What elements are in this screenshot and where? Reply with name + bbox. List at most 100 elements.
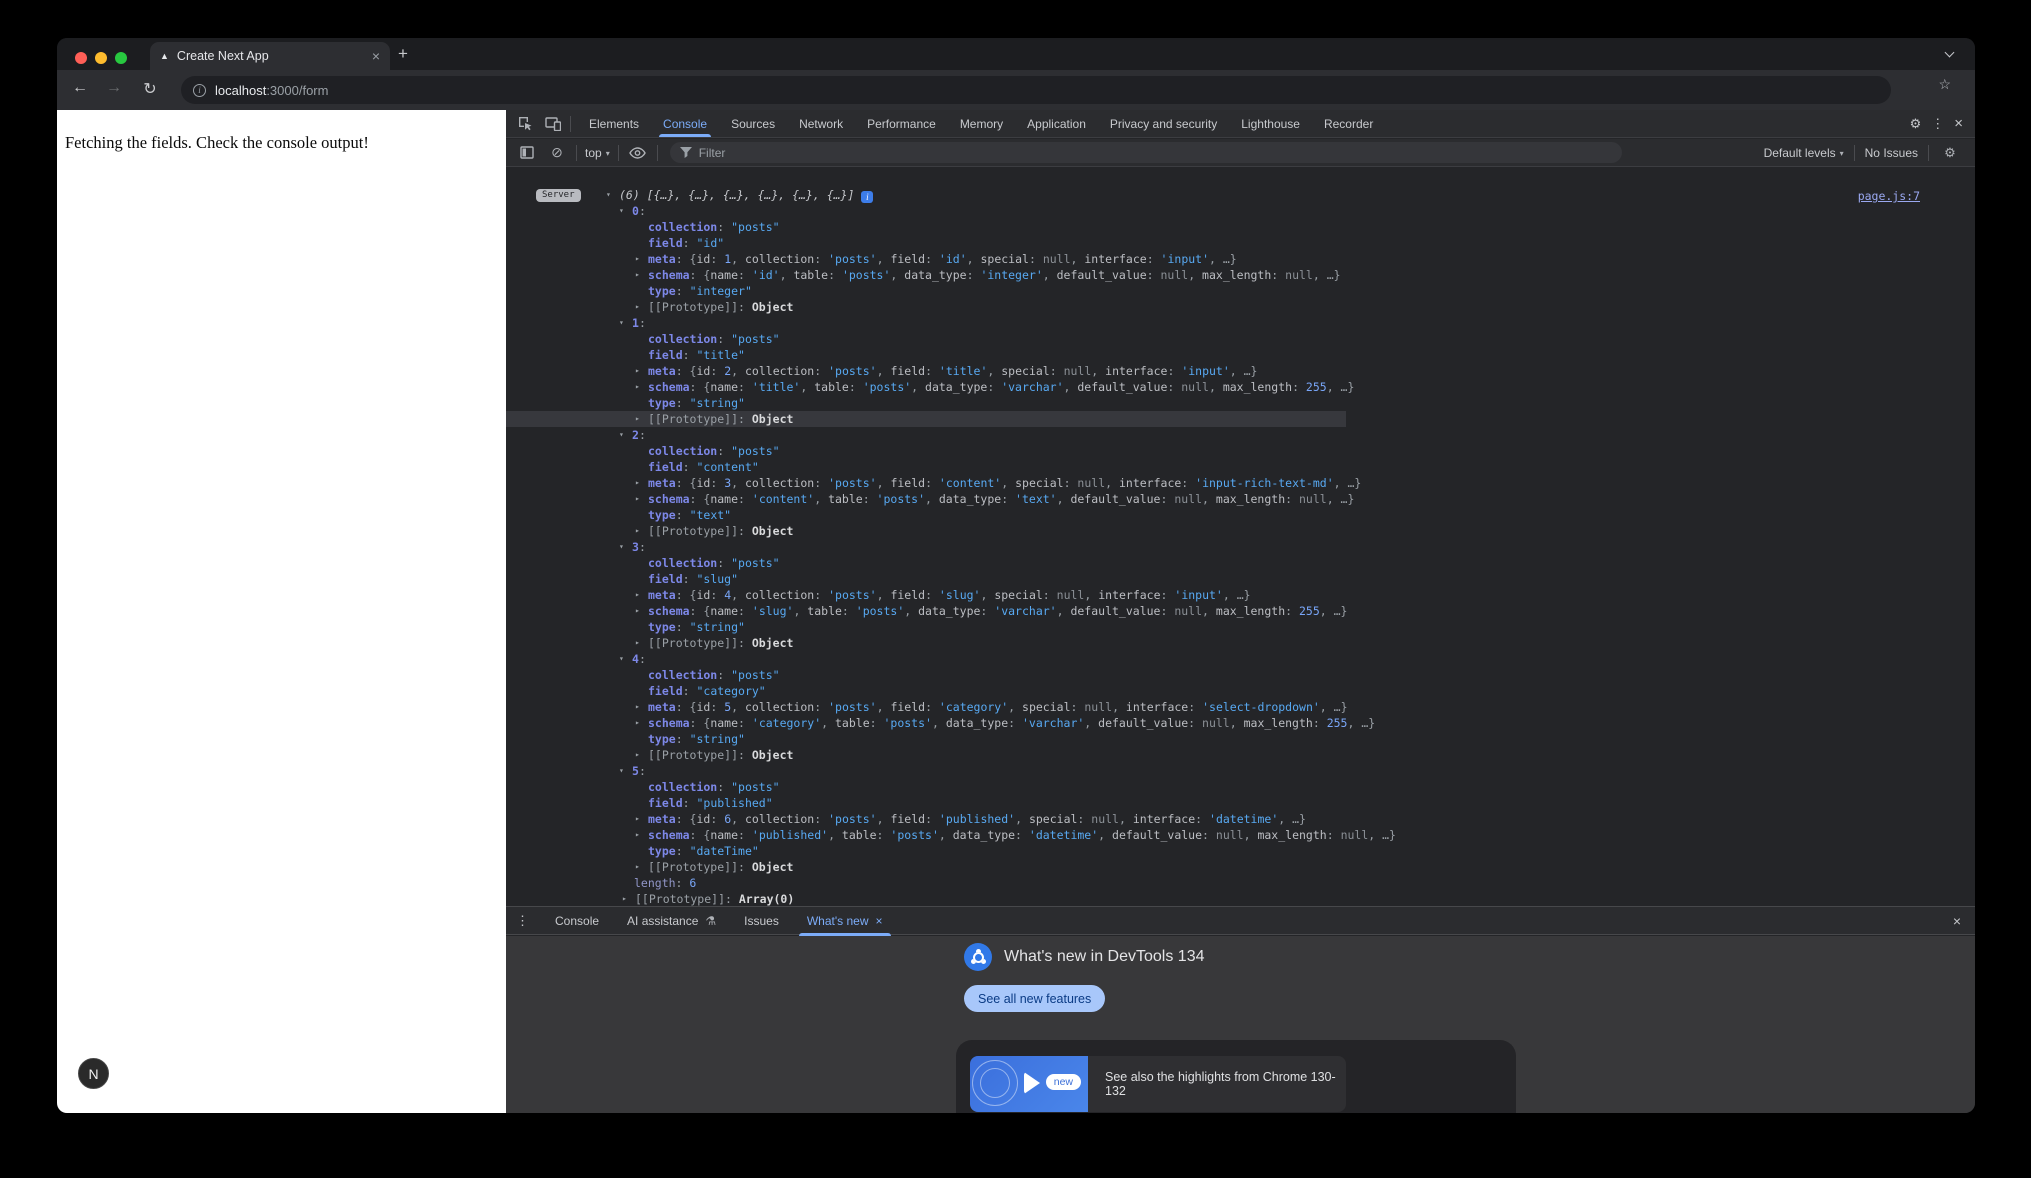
disclosure-triangle-icon[interactable]: ▾ [619,427,632,443]
console-row[interactable]: collection: "posts" [506,555,1975,571]
console-row[interactable]: ▾1: [506,315,1975,331]
tab-network[interactable]: Network [787,110,855,137]
drawer-tab-ai-assistance[interactable]: AI assistance⚗ [613,907,730,935]
console-row[interactable]: field: "id" [506,235,1975,251]
highlights-link-row[interactable]: new See also the highlights from Chrome … [970,1056,1346,1112]
disclosure-triangle-icon[interactable]: ▸ [635,491,648,507]
drawer-tab-what-s-new[interactable]: What's new× [793,907,897,935]
console-row[interactable]: collection: "posts" [506,219,1975,235]
console-sidebar-icon[interactable] [516,143,538,163]
console-row[interactable]: ▸schema: {name: 'title', table: 'posts',… [506,379,1975,395]
log-levels-dropdown[interactable]: Default levels▾ [1764,146,1844,160]
disclosure-triangle-icon[interactable]: ▾ [619,203,632,219]
devtools-settings-icon[interactable]: ⚙ [1910,116,1922,132]
disclosure-triangle-icon[interactable]: ▾ [606,187,619,203]
console-row[interactable]: ▸[[Prototype]]: Object [506,747,1975,763]
console-row[interactable]: ▸[[Prototype]]: Object [506,411,1346,427]
console-row[interactable]: ▸schema: {name: 'content', table: 'posts… [506,491,1975,507]
macos-close-button[interactable] [75,52,87,64]
console-row[interactable]: ▸meta: {id: 3, collection: 'posts', fiel… [506,475,1975,491]
console-row[interactable]: ▸schema: {name: 'id', table: 'posts', da… [506,267,1975,283]
tab-recorder[interactable]: Recorder [1312,110,1385,137]
devtools-menu-icon[interactable]: ⋮ [1931,116,1944,132]
tab-search-chevron-icon[interactable] [1945,48,1955,58]
console-row[interactable]: ▾3: [506,539,1975,555]
disclosure-triangle-icon[interactable]: ▸ [635,299,648,315]
console-row[interactable]: field: "title" [506,347,1975,363]
site-info-icon[interactable]: i [193,84,206,97]
drawer-tab-console[interactable]: Console [541,907,613,935]
live-expression-eye-icon[interactable] [627,143,649,163]
drawer-tab-issues[interactable]: Issues [730,907,793,935]
tab-performance[interactable]: Performance [855,110,948,137]
console-row[interactable]: length: 6 [506,875,1975,891]
video-thumbnail[interactable]: new [970,1056,1088,1112]
disclosure-triangle-icon[interactable]: ▸ [635,251,648,267]
console-row[interactable]: collection: "posts" [506,331,1975,347]
macos-zoom-button[interactable] [115,52,127,64]
nextjs-devtools-button[interactable]: N [78,1058,109,1089]
console-row[interactable]: ▸meta: {id: 1, collection: 'posts', fiel… [506,251,1975,267]
disclosure-triangle-icon[interactable]: ▾ [619,651,632,667]
console-row[interactable]: field: "published" [506,795,1975,811]
console-row[interactable]: type: "dateTime" [506,843,1975,859]
console-row[interactable]: ▾5: [506,763,1975,779]
console-row[interactable]: ▸schema: {name: 'slug', table: 'posts', … [506,603,1975,619]
console-row[interactable]: type: "string" [506,619,1975,635]
disclosure-triangle-icon[interactable]: ▸ [635,363,648,379]
back-button[interactable]: ← [69,79,91,97]
console-row[interactable]: ▾0: [506,203,1975,219]
tab-memory[interactable]: Memory [948,110,1015,137]
console-row[interactable]: ▸schema: {name: 'category', table: 'post… [506,715,1975,731]
context-selector[interactable]: top▾ [585,146,610,160]
disclosure-triangle-icon[interactable]: ▸ [635,635,648,651]
disclosure-triangle-icon[interactable]: ▸ [635,379,648,395]
console-row[interactable]: ▸[[Prototype]]: Object [506,859,1975,875]
inspect-element-icon[interactable] [514,114,536,134]
console-row[interactable]: collection: "posts" [506,443,1975,459]
reload-button[interactable]: ↻ [139,79,161,99]
disclosure-triangle-icon[interactable]: ▾ [619,763,632,779]
browser-tab[interactable]: ▲ Create Next App × [150,42,390,70]
console-row[interactable]: type: "string" [506,731,1975,747]
tab-close-icon[interactable]: × [372,48,380,64]
console-row[interactable]: collection: "posts" [506,779,1975,795]
disclosure-triangle-icon[interactable]: ▸ [635,859,648,875]
disclosure-triangle-icon[interactable]: ▾ [619,315,632,331]
new-tab-button[interactable]: + [398,46,408,62]
drawer-tab-close-icon[interactable]: × [876,914,883,928]
console-row[interactable]: ▸meta: {id: 4, collection: 'posts', fiel… [506,587,1975,603]
devtools-close-icon[interactable]: × [1954,115,1963,132]
console-row[interactable]: type: "integer" [506,283,1975,299]
tab-privacy-and-security[interactable]: Privacy and security [1098,110,1229,137]
tab-elements[interactable]: Elements [577,110,651,137]
drawer-menu-icon[interactable]: ⋮ [506,913,541,929]
issues-counter[interactable]: No Issues [1865,146,1918,160]
console-row[interactable]: ▸[[Prototype]]: Array(0) [506,891,1975,906]
disclosure-triangle-icon[interactable]: ▸ [635,603,648,619]
disclosure-triangle-icon[interactable]: ▸ [635,587,648,603]
tab-console[interactable]: Console [651,110,719,137]
console-row[interactable]: field: "content" [506,459,1975,475]
address-bar[interactable]: i localhost:3000/form [181,76,1891,104]
console-row[interactable]: ▸[[Prototype]]: Object [506,523,1975,539]
console-row[interactable]: ▸[[Prototype]]: Object [506,635,1975,651]
console-row[interactable]: ▾(6) [{…}, {…}, {…}, {…}, {…}, {…}]i [506,187,1975,203]
disclosure-triangle-icon[interactable]: ▸ [635,747,648,763]
console-row[interactable]: field: "category" [506,683,1975,699]
disclosure-triangle-icon[interactable]: ▸ [622,891,635,906]
console-filter-input[interactable]: Filter [670,142,1622,163]
highlights-text[interactable]: See also the highlights from Chrome 130-… [1088,1056,1346,1112]
console-row[interactable]: ▾4: [506,651,1975,667]
console-row[interactable]: ▸[[Prototype]]: Object [506,299,1975,315]
console-row[interactable]: type: "text" [506,507,1975,523]
console-row[interactable]: ▸meta: {id: 6, collection: 'posts', fiel… [506,811,1975,827]
url-text[interactable]: localhost:3000/form [215,83,328,98]
disclosure-triangle-icon[interactable]: ▸ [635,699,648,715]
console-row[interactable]: ▸meta: {id: 2, collection: 'posts', fiel… [506,363,1975,379]
console-row[interactable]: ▸schema: {name: 'published', table: 'pos… [506,827,1975,843]
tab-sources[interactable]: Sources [719,110,787,137]
disclosure-triangle-icon[interactable]: ▸ [635,523,648,539]
console-row[interactable]: field: "slug" [506,571,1975,587]
disclosure-triangle-icon[interactable]: ▸ [635,827,648,843]
